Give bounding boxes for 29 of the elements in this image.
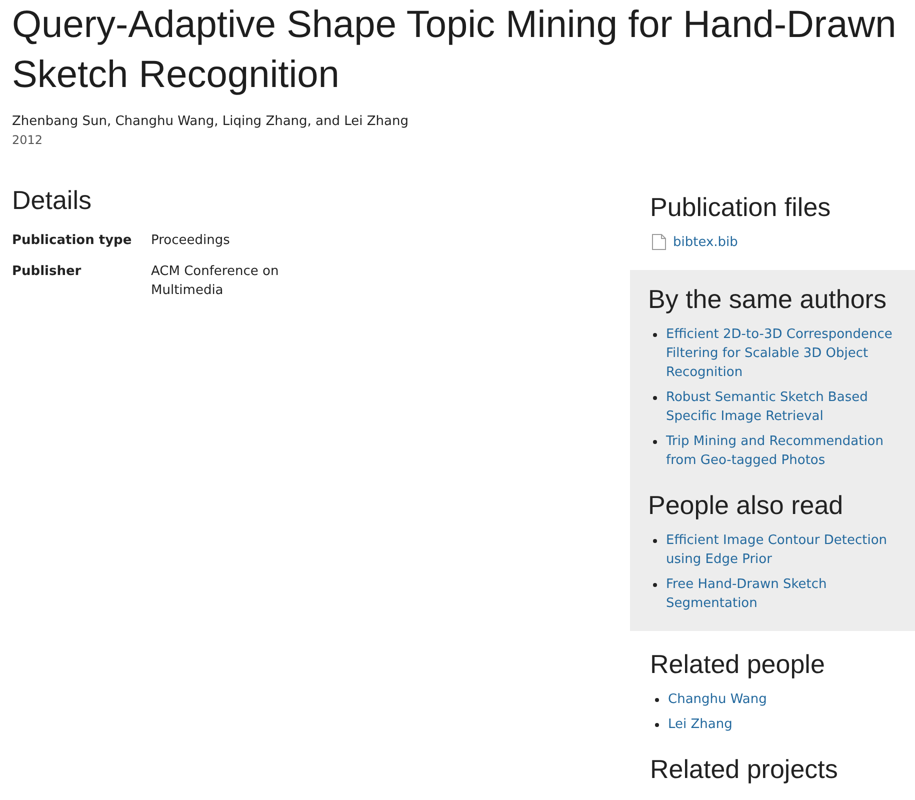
field-value: Proceedings [151,232,231,250]
section-heading: Related projects [650,753,839,785]
bullet-icon [655,722,659,726]
publication-title: Query-Adaptive Shape Topic Mining for Hand-Drawn Sketch Recognition [11,3,898,98]
section-heading: Publication files [650,191,832,223]
sidebar-link[interactable]: Lei Zhang [668,714,732,734]
sidebar-link[interactable]: Changhu Wang [668,690,767,708]
file-link[interactable]: bibtex.bib [673,232,738,252]
bullet-icon [653,396,657,400]
field-label: Publisher [12,263,82,281]
section-heading: People also read [648,489,844,521]
bullet-icon [653,332,657,336]
bullet-icon [653,440,657,444]
sidebar-link[interactable]: Trip Mining and Recommendation from Geo-tagged Photos [666,432,897,470]
publication-year: 2012 [12,132,44,149]
section-heading: Details [12,184,92,216]
section-heading: Related people [650,648,826,680]
bullet-icon [655,698,659,702]
author-list: Zhenbang Sun, Changhu Wang, Liqing Zhang, and Lei Zhang [12,112,915,131]
sidebar-link[interactable]: Free Hand-Drawn Sketch Segmentation [666,574,897,612]
field-label: Publication type [12,232,133,250]
bullet-icon [653,538,657,542]
bullet-icon [653,582,657,586]
section-heading: By the same authors [648,283,888,315]
field-value: ACM Conference on Multimedia [151,263,280,300]
sidebar-link[interactable]: Efficient 2D-to-3D Correspondence Filtering for Scalable 3D Object Recognition [666,324,897,382]
sidebar-link[interactable]: Efficient Image Contour Detection using Edge Prior [666,530,897,568]
document-icon [652,234,666,250]
sidebar-link[interactable]: Robust Semantic Sketch Based Specific Image Retrieval [666,388,897,426]
